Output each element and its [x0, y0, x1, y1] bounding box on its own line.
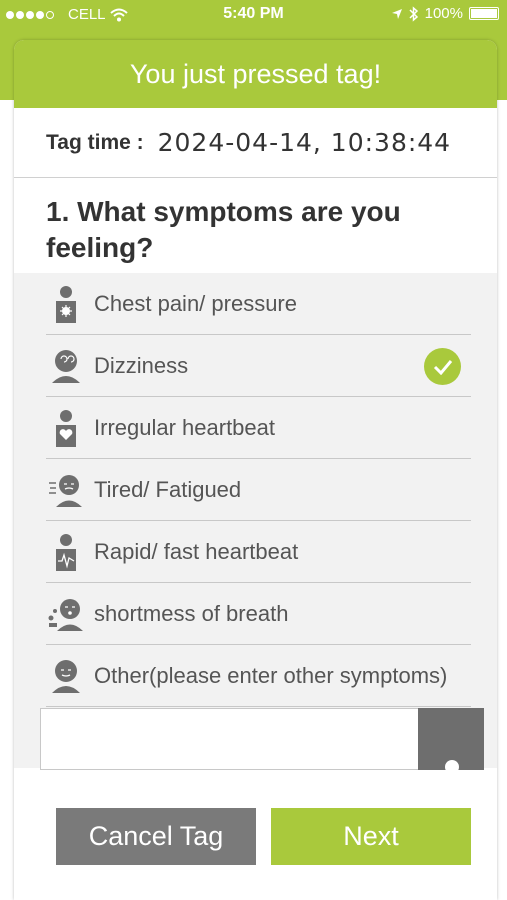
symptom-irregular-heartbeat[interactable]: Irregular heartbeat: [46, 397, 471, 459]
dialog-title: You just pressed tag!: [14, 40, 497, 108]
tag-time-value: 2024-04-14, 10:38:44: [157, 128, 452, 157]
tag-time-row: Tag time : 2024-04-14, 10:38:44: [14, 108, 497, 178]
symptom-label: Dizziness: [94, 352, 189, 378]
other-symptoms-input[interactable]: [41, 709, 421, 769]
symptom-label: shortmess of breath: [94, 600, 289, 626]
symptom-chest-pain[interactable]: Chest pain/ pressure: [46, 273, 471, 335]
symptom-label: Irregular heartbeat: [94, 414, 275, 440]
status-right: 100%: [391, 5, 499, 22]
status-bar: CELL 5:40 PM 100%: [0, 0, 507, 30]
next-button[interactable]: Next: [271, 808, 471, 865]
rapid-heartbeat-icon: [46, 532, 86, 572]
symptom-dizziness[interactable]: Dizziness: [46, 335, 471, 397]
cancel-tag-button[interactable]: Cancel Tag: [56, 808, 256, 865]
symptom-rapid-heartbeat[interactable]: Rapid/ fast heartbeat: [46, 521, 471, 583]
shortness-of-breath-icon: [46, 594, 86, 634]
bluetooth-icon: [409, 5, 418, 22]
symptom-other[interactable]: Other(please enter other symptoms): [46, 645, 471, 707]
symptom-label: Chest pain/ pressure: [94, 290, 297, 316]
chest-pain-icon: [46, 284, 86, 324]
tired-icon: [46, 470, 86, 510]
symptom-label: Rapid/ fast heartbeat: [94, 538, 299, 564]
battery-icon: [469, 7, 499, 20]
dialog-footer: Cancel Tag Next: [14, 770, 497, 900]
checkmark-icon: [424, 348, 461, 385]
battery-percent: 100%: [424, 5, 463, 22]
tag-time-label: Tag time :: [46, 130, 144, 154]
other-symptom-icon: [46, 656, 86, 696]
location-arrow-icon: [391, 8, 402, 19]
symptom-shortness-of-breath[interactable]: shortmess of breath: [46, 583, 471, 645]
dizziness-icon: [46, 346, 86, 386]
symptom-label: Other(please enter other symptoms): [94, 662, 448, 688]
symptom-list: Chest pain/ pressure Dizziness Irregular…: [14, 273, 497, 768]
question-title: 1. What symptoms are you feeling?: [46, 196, 401, 263]
tag-dialog: You just pressed tag! Tag time : 2024-04…: [14, 40, 497, 900]
symptom-tired[interactable]: Tired/ Fatigued: [46, 459, 471, 521]
irregular-heartbeat-icon: [46, 408, 86, 448]
input-scroll-handle[interactable]: [418, 708, 484, 774]
symptom-label: Tired/ Fatigued: [94, 476, 242, 502]
